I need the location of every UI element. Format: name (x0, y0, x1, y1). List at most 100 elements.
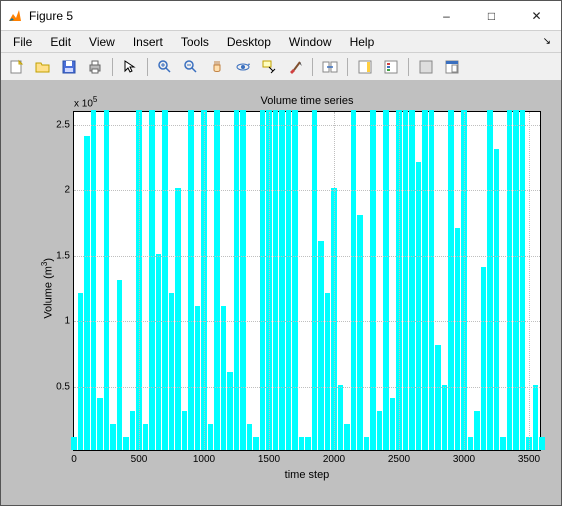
menu-desktop[interactable]: Desktop (219, 33, 279, 51)
data-point (253, 437, 259, 450)
y-axis-label: Volume (m3) (40, 258, 55, 319)
data-point (357, 215, 363, 450)
menu-window[interactable]: Window (281, 33, 340, 51)
legend-button[interactable] (379, 56, 403, 78)
x-tick-label: 2000 (323, 450, 345, 465)
menu-tools[interactable]: Tools (173, 33, 217, 51)
data-point (78, 293, 84, 450)
data-point (97, 398, 103, 450)
data-point (130, 411, 136, 450)
matlab-icon (7, 8, 23, 24)
figure-canvas[interactable]: Volume time series x 105 Volume (m3) tim… (1, 81, 561, 505)
grid-line (204, 112, 205, 450)
data-cursor-button[interactable] (257, 56, 281, 78)
menu-insert[interactable]: Insert (125, 33, 171, 51)
data-point (448, 110, 454, 450)
colorbar-button[interactable] (353, 56, 377, 78)
toolbar-separator (147, 58, 148, 76)
data-point (344, 424, 350, 450)
toolbar-separator (112, 58, 113, 76)
x-tick-label: 1500 (258, 450, 280, 465)
data-point (182, 411, 188, 450)
pan-icon (209, 59, 225, 75)
y-tick-label: 0.5 (56, 381, 74, 392)
data-point (149, 110, 155, 450)
pointer-button[interactable] (118, 56, 142, 78)
x-tick-label: 500 (131, 450, 148, 465)
data-point (286, 110, 292, 450)
zoom-in-button[interactable] (153, 56, 177, 78)
menu-file[interactable]: File (5, 33, 40, 51)
data-point (279, 110, 285, 450)
new-figure-button[interactable] (5, 56, 29, 78)
grid-line (74, 321, 540, 322)
dock-icon (444, 59, 460, 75)
data-point (370, 110, 376, 450)
data-point (533, 385, 539, 450)
data-point (123, 437, 129, 450)
open-file-icon (35, 59, 51, 75)
data-point (429, 110, 435, 450)
data-point (292, 110, 298, 450)
menu-help[interactable]: Help (342, 33, 383, 51)
link-plot-button[interactable] (318, 56, 342, 78)
toolbar (1, 53, 561, 81)
window-title: Figure 5 (29, 9, 424, 23)
hide-tools-button[interactable] (414, 56, 438, 78)
print-button[interactable] (83, 56, 107, 78)
data-point (273, 110, 279, 450)
close-button[interactable]: ✕ (514, 2, 559, 30)
menu-edit[interactable]: Edit (42, 33, 79, 51)
data-point (227, 372, 233, 450)
dock-button[interactable] (440, 56, 464, 78)
data-point (403, 110, 409, 450)
data-point (422, 110, 428, 450)
open-button[interactable] (31, 56, 55, 78)
data-point (247, 424, 253, 450)
x-axis-label: time step (73, 469, 541, 481)
data-point (71, 437, 77, 450)
link-plot-icon (322, 59, 338, 75)
grid-line (74, 190, 540, 191)
toolbar-separator (347, 58, 348, 76)
data-point (513, 110, 519, 450)
menu-view[interactable]: View (81, 33, 123, 51)
data-point (175, 188, 181, 450)
data-series (74, 112, 540, 450)
title-bar[interactable]: Figure 5 – □ ✕ (1, 1, 561, 31)
data-point (305, 437, 311, 450)
new-figure-icon (9, 59, 25, 75)
y-tick-label: 2 (64, 185, 74, 196)
data-point (312, 110, 318, 450)
data-point (416, 162, 422, 450)
save-button[interactable] (57, 56, 81, 78)
rotate3d-button[interactable] (231, 56, 255, 78)
data-point (442, 385, 448, 450)
data-point (260, 110, 266, 450)
data-point (84, 136, 90, 450)
y-tick-label: 2.5 (56, 120, 74, 131)
data-point (455, 228, 461, 450)
minimize-button[interactable]: – (424, 2, 469, 30)
plot-axes[interactable]: 05001000150020002500300035000.511.522.5 (73, 111, 541, 451)
y-tick-label: 1 (64, 316, 74, 327)
grid-line (269, 112, 270, 450)
data-point (240, 110, 246, 450)
chart-title: Volume time series (73, 95, 541, 107)
x-tick-label: 3500 (518, 450, 540, 465)
grid-line (399, 112, 400, 450)
zoom-out-button[interactable] (179, 56, 203, 78)
zoom-out-icon (183, 59, 199, 75)
data-point (188, 110, 194, 450)
print-icon (87, 59, 103, 75)
dock-arrow-icon[interactable]: ↘ (537, 36, 557, 47)
data-point (208, 424, 214, 450)
brush-button[interactable] (283, 56, 307, 78)
data-point (390, 398, 396, 450)
data-point (520, 110, 526, 450)
data-point (474, 411, 480, 450)
brush-icon (287, 59, 303, 75)
data-point (487, 110, 493, 450)
pan-button[interactable] (205, 56, 229, 78)
maximize-button[interactable]: □ (469, 2, 514, 30)
